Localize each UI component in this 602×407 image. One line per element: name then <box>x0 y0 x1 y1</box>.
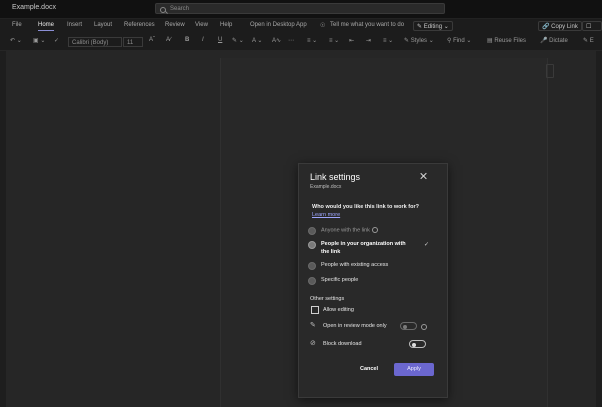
option-anyone-label: Anyone with the link <box>321 227 378 235</box>
font-name-value: Calibri (Body) <box>72 40 109 46</box>
info-icon <box>421 324 427 330</box>
undo-icon[interactable]: ↶ ⌄ <box>10 37 22 44</box>
numbering-icon[interactable]: ≡ ⌄ <box>329 37 339 44</box>
tab-references[interactable]: References <box>124 22 155 28</box>
font-size-value: 11 <box>127 40 134 46</box>
decrease-indent-icon[interactable]: ⇤ <box>349 37 354 44</box>
option-existing-access-label: People with existing access <box>321 262 389 268</box>
grow-font-icon[interactable]: Aˆ <box>149 37 155 43</box>
checkmark-icon: ✓ <box>424 242 430 248</box>
underline-icon[interactable]: U <box>218 37 222 43</box>
person-icon <box>308 277 316 285</box>
option-specific-people-label: Specific people <box>321 277 359 283</box>
document-title: Example.docx <box>12 4 56 11</box>
more-icon[interactable]: ⋯ <box>288 37 294 44</box>
block-download-toggle[interactable] <box>409 340 426 348</box>
close-icon[interactable] <box>420 172 428 180</box>
highlight-icon[interactable]: ✎ ⌄ <box>232 37 244 44</box>
comments-button[interactable]: ☐ <box>582 21 602 31</box>
apply-button[interactable]: Apply <box>394 363 434 376</box>
styles-pane-icon[interactable]: A∿ <box>272 37 281 44</box>
editing-mode-dropdown[interactable]: ✎ Editing ⌄ <box>413 21 453 31</box>
bullets-icon[interactable]: ≡ ⌄ <box>307 37 317 44</box>
increase-indent-icon[interactable]: ⇥ <box>366 37 371 44</box>
allow-editing-checkbox[interactable] <box>311 306 319 314</box>
styles-label: Styles <box>410 38 428 44</box>
block-download-icon: ⊘ <box>310 340 316 347</box>
font-name-select[interactable]: Calibri (Body) <box>68 37 122 47</box>
align-icon[interactable]: ≡ ⌄ <box>383 37 393 44</box>
copy-link-button[interactable]: 🔗 Copy Link <box>538 21 582 31</box>
copy-link-label: Copy Link <box>551 24 578 30</box>
block-download-label: Block download <box>323 341 362 347</box>
formatting-toolbar: ↶ ⌄ ▣ ⌄ ✓ Calibri (Body) 11 Aˆ A∕ B I U … <box>0 34 602 51</box>
dictate-button[interactable]: 🎤 Dictate <box>540 37 568 44</box>
globe-icon <box>308 227 316 235</box>
allow-editing-label: Allow editing <box>323 307 354 313</box>
find-button[interactable]: ⚲ Find ⌄ <box>447 37 471 44</box>
styles-button[interactable]: ✎ Styles ⌄ <box>404 37 434 44</box>
ribbon-tabs: File Home Insert Layout References Revie… <box>0 19 602 34</box>
title-bar: Example.docx Search <box>0 0 602 19</box>
format-painter-icon[interactable]: ✓ <box>54 37 59 44</box>
reuse-files-button[interactable]: ▤ Reuse Files <box>487 37 526 44</box>
people-icon <box>308 262 316 270</box>
building-icon <box>308 241 316 249</box>
font-size-select[interactable]: 11 <box>123 37 143 47</box>
toggle-knob <box>403 324 407 329</box>
clipboard-icon[interactable]: ▣ ⌄ <box>33 37 45 44</box>
toggle-knob <box>412 342 416 347</box>
font-color-icon[interactable]: A ⌄ <box>252 37 262 44</box>
tab-layout[interactable]: Layout <box>94 22 112 28</box>
tab-insert[interactable]: Insert <box>67 22 82 28</box>
tab-help[interactable]: Help <box>220 22 232 28</box>
find-label: Find <box>453 38 465 44</box>
cancel-button[interactable]: Cancel <box>349 363 389 376</box>
link-scope-question: Who would you like this link to work for… <box>312 204 419 210</box>
editing-label: Editing <box>423 24 443 30</box>
link-settings-dialog: Link settings Example.docx Who would you… <box>298 163 448 398</box>
review-mode-toggle[interactable] <box>400 322 417 330</box>
learn-more-link[interactable]: Learn more <box>312 212 340 218</box>
clear-format-icon[interactable]: A∕ <box>166 37 171 43</box>
review-mode-label: Open in review mode only <box>323 323 387 329</box>
other-settings-heading: Other settings <box>310 296 345 302</box>
dictate-label: Dictate <box>549 38 568 44</box>
option-organization-label: People in your organization with the link <box>321 241 406 255</box>
tell-me-search[interactable]: Tell me what you want to do <box>330 22 404 28</box>
italic-icon[interactable]: I <box>202 37 204 43</box>
open-desktop-app-button[interactable]: Open in Desktop App <box>250 22 307 28</box>
reuse-files-label: Reuse Files <box>494 38 527 44</box>
dialog-filename: Example.docx <box>310 184 342 190</box>
search-icon <box>160 7 166 13</box>
lightbulb-icon: ☉ <box>320 23 326 29</box>
tab-review[interactable]: Review <box>165 22 185 28</box>
editor-icon[interactable]: ✎ E <box>583 37 594 44</box>
dialog-title: Link settings <box>310 172 361 182</box>
bold-icon[interactable]: B <box>185 37 189 43</box>
review-mode-icon: ✎ <box>310 322 316 329</box>
tab-home[interactable]: Home <box>38 22 55 31</box>
search-input[interactable]: Search <box>155 3 445 14</box>
tab-view[interactable]: View <box>195 22 208 28</box>
info-icon <box>371 227 378 233</box>
search-placeholder: Search <box>170 6 190 12</box>
tab-file[interactable]: File <box>12 22 22 28</box>
